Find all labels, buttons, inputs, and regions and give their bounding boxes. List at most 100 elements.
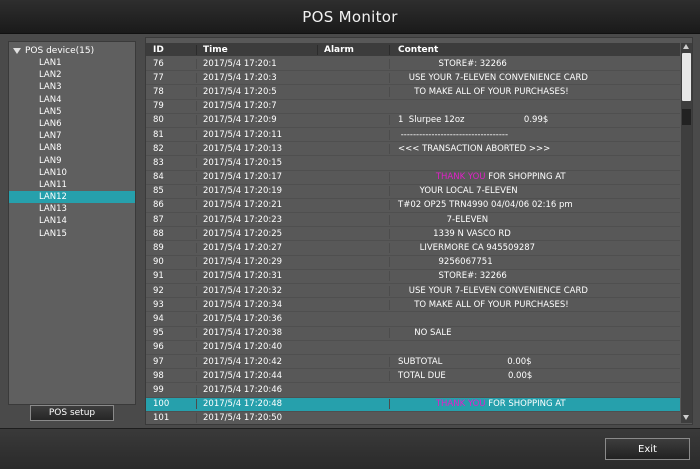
cell-id: 98 <box>153 370 164 381</box>
table-row[interactable]: 80 2017/5/4 17:20:9 1 Slurpee 12oz 0.99$ <box>146 114 680 128</box>
vertical-scrollbar[interactable] <box>681 43 692 423</box>
table-row[interactable]: 91 2017/5/4 17:20:31 STORE#: 32266 <box>146 270 680 284</box>
cell-time: 2017/5/4 17:20:11 <box>196 129 317 140</box>
cell-id: 90 <box>153 257 164 268</box>
table-row[interactable]: 79 2017/5/4 17:20:7 <box>146 100 680 114</box>
cell-id: 80 <box>153 115 164 126</box>
tree-item-lan15[interactable]: LAN15 <box>9 228 135 240</box>
table-row[interactable]: 101 2017/5/4 17:20:50 <box>146 412 680 424</box>
table-row[interactable]: 96 2017/5/4 17:20:40 <box>146 341 680 355</box>
table-row[interactable]: 88 2017/5/4 17:20:25 1339 N VASCO RD <box>146 227 680 242</box>
tree-item-lan11[interactable]: LAN11 <box>9 179 135 191</box>
cell-id: 79 <box>153 101 164 112</box>
tree-item-lan8[interactable]: LAN8 <box>9 142 135 154</box>
table-row[interactable]: 85 2017/5/4 17:20:19 YOUR LOCAL 7-ELEVEN <box>146 185 680 199</box>
cell-id: 92 <box>153 285 164 296</box>
cell-content: <<< TRANSACTION ABORTED >>> <box>389 143 680 154</box>
table-row[interactable]: 76 2017/5/4 17:20:1 STORE#: 32266 <box>146 57 680 72</box>
table-row[interactable]: 95 2017/5/4 17:20:38 NO SALE <box>146 327 680 341</box>
cell-time: 2017/5/4 17:20:13 <box>196 143 317 154</box>
table-row[interactable]: 99 2017/5/4 17:20:46 <box>146 383 680 398</box>
cell-id: 82 <box>153 143 164 154</box>
tree-item-lan9[interactable]: LAN9 <box>9 155 135 167</box>
expand-triangle-icon[interactable] <box>13 47 21 54</box>
cell-content: T#02 OP25 TRN4990 04/04/06 02:16 pm <box>389 200 680 211</box>
cell-time: 2017/5/4 17:20:38 <box>196 328 317 339</box>
cell-time: 2017/5/4 17:20:19 <box>196 186 317 197</box>
table-row[interactable]: 87 2017/5/4 17:20:23 7-ELEVEN <box>146 213 680 228</box>
content-highlight: THANK YOU <box>435 399 486 410</box>
cell-time: 2017/5/4 17:20:25 <box>196 228 317 239</box>
tree-item-lan7[interactable]: LAN7 <box>9 130 135 142</box>
cell-content: USE YOUR 7-ELEVEN CONVENIENCE CARD <box>389 72 680 83</box>
content-text: FOR SHOPPING AT <box>485 399 566 410</box>
table-row[interactable]: 82 2017/5/4 17:20:13 <<< TRANSACTION ABORT… <box>146 142 680 157</box>
scroll-down-arrow-icon[interactable] <box>683 415 689 420</box>
cell-time: 2017/5/4 17:20:23 <box>196 214 317 225</box>
cell-content: YOUR LOCAL 7-ELEVEN <box>389 186 680 197</box>
table-row[interactable]: 98 2017/5/4 17:20:44 TOTAL DUE 0.00$ <box>146 369 680 384</box>
cell-time: 2017/5/4 17:20:29 <box>196 257 317 268</box>
exit-button[interactable]: Exit <box>605 438 690 460</box>
table-row[interactable]: 86 2017/5/4 17:20:21 T#02 OP25 TRN4990 04/… <box>146 199 680 214</box>
device-list: LAN1 LAN2 LAN3 LAN4 LAN5 LAN6 LAN7 LAN8 LAN9 LAN1… <box>9 57 135 240</box>
content-prefix <box>398 399 436 409</box>
content-text: FOR SHOPPING AT <box>485 172 566 183</box>
table-row[interactable]: 94 2017/5/4 17:20:36 <box>146 312 680 327</box>
header-id[interactable]: ID <box>146 45 196 55</box>
cell-time: 2017/5/4 17:20:15 <box>196 157 317 168</box>
scroll-thumb[interactable] <box>682 53 691 101</box>
tree-item-lan14[interactable]: LAN14 <box>9 215 135 227</box>
cell-content: STORE#: 32266 <box>389 58 680 69</box>
cell-id: 87 <box>153 214 164 225</box>
cell-content: TO MAKE ALL OF YOUR PURCHASES! <box>389 86 680 97</box>
cell-content: LIVERMORE CA 945509287 <box>389 243 680 254</box>
tree-root[interactable]: POS device(15) <box>13 44 94 57</box>
table-row[interactable]: 89 2017/5/4 17:20:27 LIVERMORE CA 9455092… <box>146 241 680 256</box>
cell-time: 2017/5/4 17:20:3 <box>196 72 317 83</box>
table-body: 76 2017/5/4 17:20:1 STORE#: 32266 77 2017/5… <box>146 57 680 424</box>
cell-id: 83 <box>153 157 164 168</box>
table-row[interactable]: 93 2017/5/4 17:20:34 TO MAKE ALL OF YOUR … <box>146 298 680 313</box>
table-row[interactable]: 77 2017/5/4 17:20:3 USE YOUR 7-ELEVEN CON… <box>146 71 680 86</box>
tree-item-lan13[interactable]: LAN13 <box>9 203 135 215</box>
table-row[interactable]: 83 2017/5/4 17:20:15 <box>146 156 680 171</box>
cell-time: 2017/5/4 17:20:34 <box>196 299 317 310</box>
scroll-up-arrow-icon[interactable] <box>683 44 689 49</box>
cell-id: 96 <box>153 342 164 353</box>
cell-id: 86 <box>153 200 164 211</box>
cell-content: TOTAL DUE 0.00$ <box>389 370 680 381</box>
table-row[interactable]: 78 2017/5/4 17:20:5 TO MAKE ALL OF YOUR P… <box>146 85 680 100</box>
tree-item-lan2[interactable]: LAN2 <box>9 69 135 81</box>
cell-content: USE YOUR 7-ELEVEN CONVENIENCE CARD <box>389 285 680 296</box>
cell-content: 7-ELEVEN <box>389 214 680 225</box>
cell-id: 91 <box>153 271 164 282</box>
tree-item-lan3[interactable]: LAN3 <box>9 81 135 93</box>
cell-time: 2017/5/4 17:20:50 <box>196 413 317 424</box>
table-row[interactable]: 84 2017/5/4 17:20:17 THANK YOU FOR SHOPPI… <box>146 171 680 185</box>
table-row[interactable]: 92 2017/5/4 17:20:32 USE YOUR 7-ELEVEN CO… <box>146 284 680 299</box>
pos-setup-button[interactable]: POS setup <box>30 405 114 421</box>
table-row[interactable]: 100 2017/5/4 17:20:48 THANK YOU FOR SHOPP… <box>146 397 680 412</box>
table-row[interactable]: 90 2017/5/4 17:20:29 9256067751 <box>146 256 680 270</box>
cell-content: 1 Slurpee 12oz 0.99$ <box>389 115 680 126</box>
tree-item-lan1[interactable]: LAN1 <box>9 57 135 69</box>
cell-time: 2017/5/4 17:20:9 <box>196 115 317 126</box>
cell-time: 2017/5/4 17:20:36 <box>196 313 317 324</box>
device-tree-panel: POS device(15) LAN1 LAN2 LAN3 LAN4 LAN5 LAN6 L… <box>8 41 136 405</box>
tree-item-lan10[interactable]: LAN10 <box>9 167 135 179</box>
cell-content: 1339 N VASCO RD <box>389 228 680 239</box>
tree-item-lan5[interactable]: LAN5 <box>9 106 135 118</box>
header-content[interactable]: Content <box>389 44 680 55</box>
cell-id: 76 <box>153 58 164 69</box>
table-row[interactable]: 97 2017/5/4 17:20:42 SUBTOTAL 0.00$ <box>146 355 680 370</box>
tree-item-lan12[interactable]: LAN12 <box>9 191 135 204</box>
table-row[interactable]: 81 2017/5/4 17:20:11 --------------------… <box>146 128 680 143</box>
log-table-panel: ID Time Alarm Content 76 2017/5/4 17:20:1… <box>145 37 693 425</box>
cell-id: 94 <box>153 313 164 324</box>
header-time[interactable]: Time <box>196 44 317 55</box>
cell-content: SUBTOTAL 0.00$ <box>389 356 680 367</box>
tree-item-lan6[interactable]: LAN6 <box>9 118 135 130</box>
header-alarm[interactable]: Alarm <box>317 44 389 55</box>
tree-item-lan4[interactable]: LAN4 <box>9 94 135 106</box>
